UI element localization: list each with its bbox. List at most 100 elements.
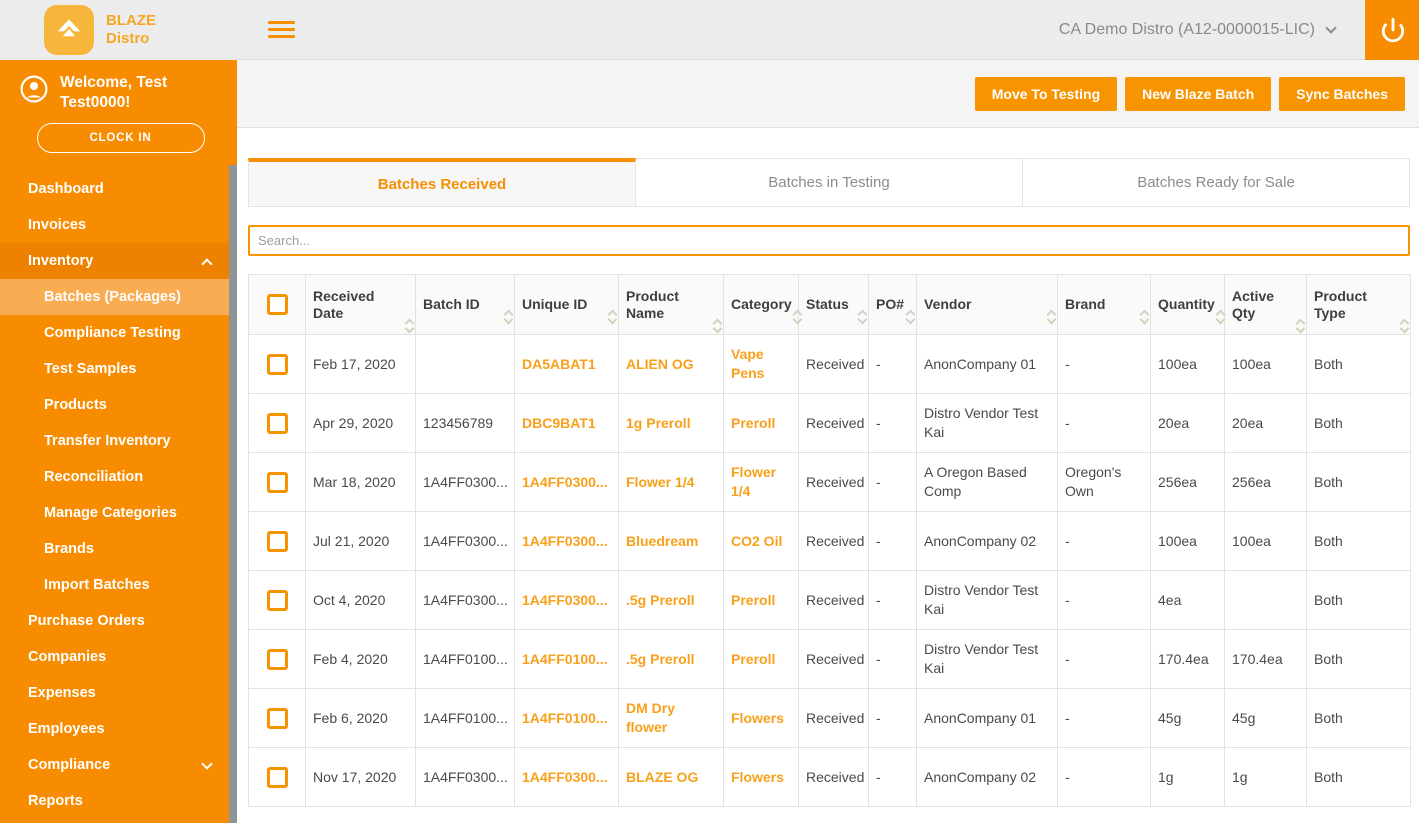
- product_name-link[interactable]: Bluedream: [626, 533, 698, 549]
- category-link[interactable]: Preroll: [731, 592, 775, 608]
- col-header-content: Category: [724, 296, 803, 325]
- sidebar-item-reports[interactable]: Reports: [0, 783, 229, 819]
- product_name-link[interactable]: DM Dry flower: [626, 700, 675, 735]
- col-header-unique_id[interactable]: Unique ID: [514, 274, 619, 335]
- sidebar-item-dashboard[interactable]: Dashboard: [0, 171, 229, 207]
- unique_id-link[interactable]: 1A4FF0300...: [522, 533, 608, 549]
- category-link[interactable]: Flower 1/4: [731, 464, 776, 499]
- row-checkbox[interactable]: [267, 589, 288, 611]
- category-link[interactable]: Flowers: [731, 710, 784, 726]
- new-blaze-batch-button[interactable]: New Blaze Batch: [1125, 76, 1272, 111]
- product_name-link[interactable]: Flower 1/4: [626, 474, 694, 490]
- row-checkbox[interactable]: [267, 530, 288, 552]
- col-header-status[interactable]: Status: [798, 274, 869, 335]
- cell-product_type: Both: [1306, 747, 1411, 807]
- sidebar-item-products[interactable]: Products: [0, 387, 229, 423]
- cell-text-product_type: Both: [1314, 532, 1343, 549]
- sidebar-item-compliance[interactable]: Compliance: [0, 747, 229, 783]
- sidebar-item-transfer-inventory[interactable]: Transfer Inventory: [0, 423, 229, 459]
- sidebar-scrollbar[interactable]: [229, 165, 237, 823]
- col-header-product_type[interactable]: Product Type: [1306, 274, 1411, 335]
- row-checkbox[interactable]: [267, 353, 288, 375]
- row-checkbox[interactable]: [267, 648, 288, 670]
- sidebar-item-batches-packages[interactable]: Batches (Packages): [0, 279, 229, 315]
- cell-checkbox: [248, 511, 306, 571]
- col-header-product_name[interactable]: Product Name: [618, 274, 724, 335]
- col-header-content: PO#: [869, 296, 916, 325]
- tab-batches-received[interactable]: Batches Received: [248, 158, 636, 207]
- unique_id-link[interactable]: DBC9BAT1: [522, 415, 596, 431]
- sidebar-item-test-samples[interactable]: Test Samples: [0, 351, 229, 387]
- cell-checkbox: [248, 452, 306, 512]
- unique_id-link[interactable]: DA5ABAT1: [522, 356, 596, 372]
- unique_id-link[interactable]: 1A4FF0300...: [522, 592, 608, 608]
- cell-quantity: 1g: [1150, 747, 1225, 807]
- row-checkbox[interactable]: [267, 707, 288, 729]
- product_name-link[interactable]: .5g Preroll: [626, 592, 694, 608]
- unique_id-link[interactable]: 1A4FF0100...: [522, 710, 608, 726]
- cell-status: Received: [798, 511, 869, 571]
- col-header-received_date[interactable]: Received Date: [305, 274, 416, 335]
- col-header-brand[interactable]: Brand: [1057, 274, 1151, 335]
- col-header-batch_id[interactable]: Batch ID: [415, 274, 515, 335]
- sync-batches-button[interactable]: Sync Batches: [1279, 76, 1405, 111]
- cell-text-product_type: Both: [1314, 709, 1343, 726]
- sort-icon: [1399, 318, 1410, 333]
- sidebar-item-expenses[interactable]: Expenses: [0, 675, 229, 711]
- cell-received_date: Oct 4, 2020: [305, 570, 416, 630]
- sidebar-item-companies[interactable]: Companies: [0, 639, 229, 675]
- sidebar-item-employees[interactable]: Employees: [0, 711, 229, 747]
- row-checkbox[interactable]: [267, 766, 288, 788]
- sidebar-item-invoices[interactable]: Invoices: [0, 207, 229, 243]
- col-header-quantity[interactable]: Quantity: [1150, 274, 1226, 335]
- col-header-active_qty[interactable]: Active Qty: [1224, 274, 1307, 335]
- sidebar-item-purchase-orders[interactable]: Purchase Orders: [0, 603, 229, 639]
- select-all-checkbox[interactable]: [266, 294, 288, 315]
- category-link[interactable]: CO2 Oil: [731, 533, 782, 549]
- col-header-category[interactable]: Category: [723, 274, 803, 335]
- cell-text-active_qty: 1g: [1232, 768, 1248, 785]
- cell-po: -: [868, 688, 917, 748]
- search-input[interactable]: [248, 225, 1410, 256]
- sidebar-item-import-batches[interactable]: Import Batches: [0, 567, 229, 603]
- sidebar-item-label: Employees: [28, 721, 105, 737]
- category-link[interactable]: Vape Pens: [731, 346, 764, 381]
- unique_id-link[interactable]: 1A4FF0300...: [522, 474, 608, 490]
- unique_id-link[interactable]: 1A4FF0300...: [522, 769, 608, 785]
- category-link[interactable]: Preroll: [731, 415, 775, 431]
- sort-down-icon: [503, 314, 514, 325]
- cell-text-brand: Oregon's Own: [1065, 464, 1122, 499]
- sidebar-item-manage-categories[interactable]: Manage Categories: [0, 495, 229, 531]
- col-header-checkbox[interactable]: [248, 274, 306, 335]
- product_name-link[interactable]: 1g Preroll: [626, 415, 691, 431]
- cell-text-po: -: [876, 650, 881, 667]
- logout-power-button[interactable]: [1365, 0, 1419, 60]
- cell-checkbox: [248, 629, 306, 689]
- row-checkbox[interactable]: [267, 471, 288, 493]
- tab-batches-in-testing[interactable]: Batches in Testing: [636, 158, 1023, 207]
- product_name-link[interactable]: ALIEN OG: [626, 356, 694, 372]
- category-link[interactable]: Flowers: [731, 769, 784, 785]
- cell-text-quantity: 256ea: [1158, 473, 1197, 490]
- cell-vendor: AnonCompany 01: [916, 334, 1058, 394]
- unique_id-link[interactable]: 1A4FF0100...: [522, 651, 608, 667]
- cell-text-batch_id: 1A4FF0300...: [423, 768, 508, 785]
- product_name-link[interactable]: BLAZE OG: [626, 769, 698, 785]
- category-link[interactable]: Preroll: [731, 651, 775, 667]
- move-to-testing-button[interactable]: Move To Testing: [974, 76, 1118, 111]
- cell-quantity: 20ea: [1150, 393, 1225, 453]
- clock-in-button[interactable]: CLOCK IN: [36, 123, 205, 153]
- sidebar-item-compliance-testing[interactable]: Compliance Testing: [0, 315, 229, 351]
- hamburger-menu-icon[interactable]: [268, 17, 295, 42]
- tab-batches-ready-for-sale[interactable]: Batches Ready for Sale: [1023, 158, 1410, 207]
- row-checkbox[interactable]: [267, 412, 288, 434]
- product_name-link[interactable]: .5g Preroll: [626, 651, 694, 667]
- cell-po: -: [868, 570, 917, 630]
- cell-text-status: Received: [806, 768, 865, 785]
- col-header-vendor[interactable]: Vendor: [916, 274, 1058, 335]
- sidebar-item-brands[interactable]: Brands: [0, 531, 229, 567]
- sidebar-item-reconciliation[interactable]: Reconciliation: [0, 459, 229, 495]
- sidebar-item-inventory[interactable]: Inventory: [0, 243, 229, 279]
- location-selector[interactable]: CA Demo Distro (A12-0000015-LIC): [1059, 21, 1337, 39]
- col-header-po[interactable]: PO#: [868, 274, 917, 335]
